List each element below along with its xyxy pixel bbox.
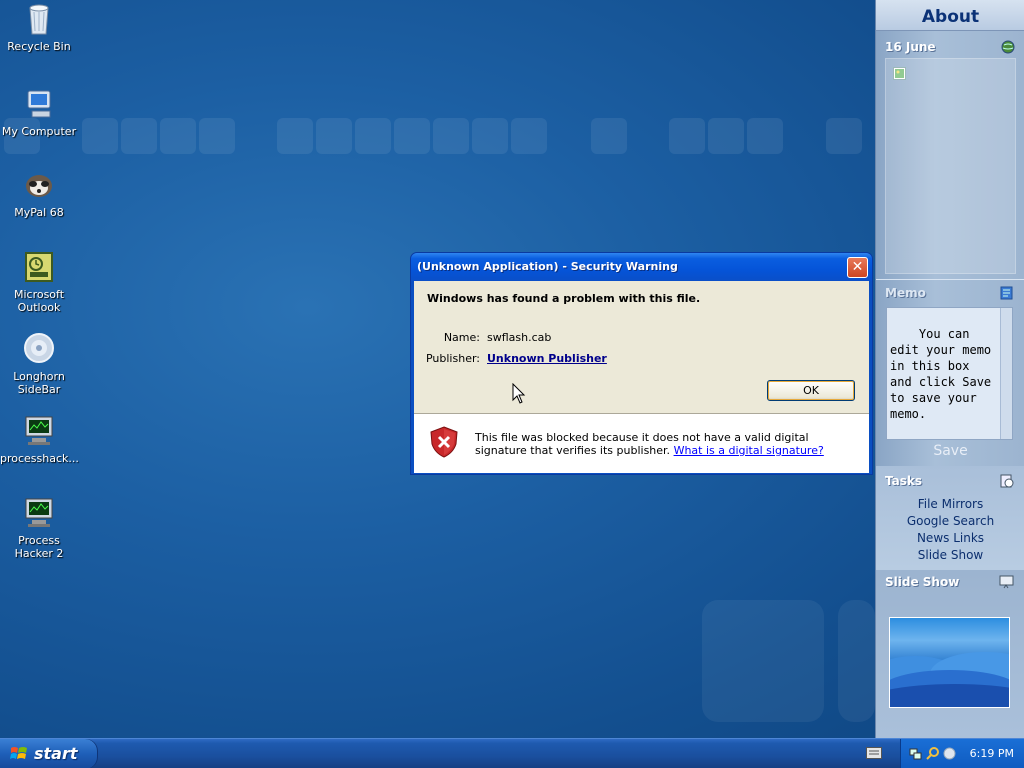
memo-scrollbar[interactable] <box>1000 308 1012 439</box>
tasks-icon[interactable] <box>999 474 1014 488</box>
name-value: swflash.cab <box>487 331 552 344</box>
keyboard-icon[interactable] <box>866 747 882 759</box>
globe-icon[interactable] <box>1000 40 1015 54</box>
warning-message: This file was blocked because it does no… <box>475 431 855 457</box>
desktop-icon-label: Recycle Bin <box>7 40 71 53</box>
desktop-wallpaper-tile <box>702 600 824 722</box>
close-button[interactable]: ✕ <box>847 257 868 278</box>
ok-button[interactable]: OK <box>767 380 855 401</box>
dialog-headline: Windows has found a problem with this fi… <box>427 292 701 305</box>
calendar-date: 16 June <box>885 40 936 54</box>
desktop-icon-label: Process Hacker 2 <box>14 534 64 560</box>
desktop-icon-label: Longhorn SideBar <box>13 370 65 396</box>
name-label: Name: <box>443 331 480 344</box>
process-hacker-2-icon <box>22 496 56 530</box>
desktop-icon-label: Microsoft Outlook <box>13 288 65 314</box>
desktop-icon-label: My Computer <box>1 125 77 138</box>
network-icon[interactable] <box>909 747 922 760</box>
memo-title: Memo <box>885 286 926 300</box>
desktop-icon-label: MyPal 68 <box>14 206 64 219</box>
taskbar: start 6:19 PM <box>0 738 1024 768</box>
slideshow-icon[interactable] <box>999 575 1014 589</box>
outlook-icon <box>22 250 56 284</box>
shield-warning-icon <box>429 426 459 458</box>
task-link-slide-show[interactable]: Slide Show <box>876 548 1024 562</box>
longhorn-sidebar-icon <box>22 332 56 366</box>
publisher-label: Publisher: <box>425 352 480 365</box>
process-hacker-icon <box>22 414 56 448</box>
desktop-icon-mypal[interactable]: MyPal 68 <box>0 168 78 219</box>
sidebar-about-title: About <box>921 7 980 27</box>
memo-textarea[interactable]: You can edit your memo in this box and c… <box>886 307 1013 440</box>
task-link-news-links[interactable]: News Links <box>876 531 1024 545</box>
system-tray: 6:19 PM <box>900 739 1024 768</box>
dialog-body: Windows has found a problem with this fi… <box>414 281 869 473</box>
desktop-icon-longhorn-sidebar[interactable]: Longhorn SideBar <box>0 332 78 396</box>
desktop-icon-outlook[interactable]: Microsoft Outlook <box>0 250 78 314</box>
search-icon[interactable] <box>926 747 939 760</box>
desktop-icon-label: processhack... <box>0 452 79 465</box>
security-warning-dialog: (Unknown Application) - Security Warning… <box>410 252 873 475</box>
desktop-icon-processhacker[interactable]: processhack... <box>0 414 79 465</box>
my-computer-icon <box>22 87 56 121</box>
sidebar-about-header[interactable]: About <box>876 0 1024 31</box>
sidebar-divider <box>876 279 1024 280</box>
tasks-title: Tasks <box>885 474 923 488</box>
recycle-bin-icon <box>22 2 56 36</box>
sidebar-tray-icon[interactable] <box>943 747 956 760</box>
publisher-link[interactable]: Unknown Publisher <box>487 352 607 365</box>
memo-text: You can edit your memo in this box and c… <box>890 327 999 421</box>
desktop-icon-recycle-bin[interactable]: Recycle Bin <box>0 2 78 53</box>
desktop-icon-my-computer[interactable]: My Computer <box>0 87 78 138</box>
mouse-cursor-icon <box>512 382 526 405</box>
longhorn-sidebar: About 16 June Memo You can edit your mem… <box>875 0 1024 738</box>
taskbar-clock[interactable]: 6:19 PM <box>970 747 1014 760</box>
calendar-area <box>885 58 1016 274</box>
mypal-icon <box>22 168 56 202</box>
slideshow-image[interactable] <box>889 617 1010 708</box>
close-icon: ✕ <box>851 259 864 275</box>
windows-logo-icon <box>10 746 28 762</box>
desktop-wallpaper-pattern <box>0 116 875 156</box>
start-button[interactable]: start <box>0 739 98 768</box>
dialog-info-panel: Windows has found a problem with this fi… <box>414 281 869 413</box>
desktop-icon-process-hacker-2[interactable]: Process Hacker 2 <box>0 496 78 560</box>
digital-signature-link[interactable]: What is a digital signature? <box>674 444 824 457</box>
dialog-titlebar[interactable]: (Unknown Application) - Security Warning… <box>411 253 872 281</box>
memo-save-button[interactable]: Save <box>876 443 1024 459</box>
dialog-title: (Unknown Application) - Security Warning <box>417 260 678 273</box>
start-label: start <box>34 744 78 763</box>
task-link-file-mirrors[interactable]: File Mirrors <box>876 497 1024 511</box>
slideshow-title: Slide Show <box>885 575 960 589</box>
task-link-google-search[interactable]: Google Search <box>876 514 1024 528</box>
dialog-separator <box>414 413 869 414</box>
memo-icon[interactable] <box>999 286 1014 300</box>
desktop-wallpaper-tile <box>838 600 875 722</box>
